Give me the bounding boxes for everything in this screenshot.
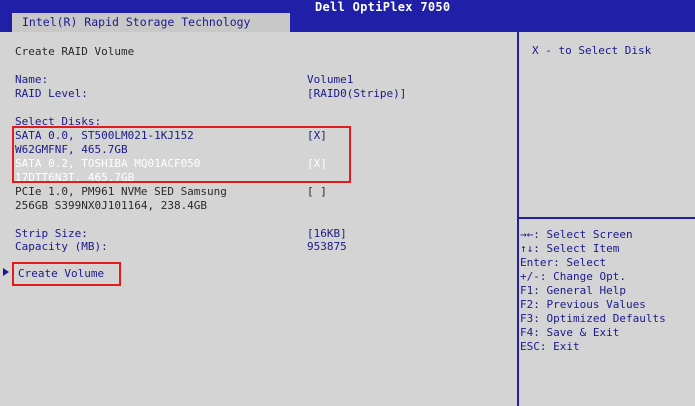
key-legend-item: ESC: Exit [520, 340, 580, 353]
name-label: Name: [15, 73, 49, 86]
key-legend-desc: Save & Exit [546, 326, 620, 339]
key-legend-key: +/-: [520, 270, 554, 283]
key-legend-item: ↑↓: Select Item [520, 242, 619, 255]
disk-2-name[interactable]: PCIe 1.0, PM961 NVMe SED Samsung [15, 185, 227, 198]
help-panel [519, 32, 695, 217]
key-legend-key: ↑↓: [520, 242, 547, 255]
selection-arrow-icon [3, 268, 9, 276]
create-volume-highlight [12, 262, 121, 286]
page-title: Create RAID Volume [15, 45, 135, 58]
key-legend-desc: Change Opt. [553, 270, 626, 283]
key-legend-item: F2: Previous Values [520, 298, 646, 311]
key-legend-key: F2: [520, 298, 547, 311]
key-legend-key: F4: [520, 326, 547, 339]
key-legend-key: →←: [520, 228, 547, 241]
key-legend-key: F1: [520, 284, 547, 297]
selected-disks-highlight [12, 126, 351, 183]
key-legend-item: F1: General Help [520, 284, 626, 297]
disk-2-detail: 256GB S399NX0J101164, 238.4GB [15, 199, 208, 212]
key-legend-desc: Select Item [546, 242, 620, 255]
key-legend-item: +/-: Change Opt. [520, 270, 626, 283]
key-legend-item: F3: Optimized Defaults [520, 312, 666, 325]
key-legend-desc: Exit [553, 340, 580, 353]
capacity-field[interactable]: 953875 [307, 240, 347, 253]
key-legend-key: F3: [520, 312, 547, 325]
strip-size-select[interactable]: [16KB] [307, 227, 347, 240]
panel-divider-horizontal [519, 217, 695, 219]
panel-divider-vertical [517, 32, 519, 406]
key-legend-key: Enter: [520, 256, 567, 269]
key-legend-desc: Previous Values [546, 298, 646, 311]
help-text: X - to Select Disk [532, 44, 652, 57]
raid-level-select[interactable]: [RAID0(Stripe)] [307, 87, 406, 100]
strip-size-label: Strip Size: [15, 227, 88, 240]
key-legend-item: →←: Select Screen [520, 228, 633, 241]
tab-intel-rst[interactable]: Intel(R) Rapid Storage Technology [12, 13, 290, 32]
name-field[interactable]: Volume1 [307, 73, 353, 86]
key-legend-item: Enter: Select [520, 256, 606, 269]
bios-header-bar: Intel(R) Rapid Storage Technology Dell O… [0, 0, 695, 32]
key-legend-key: ESC: [520, 340, 554, 353]
key-legend-item: F4: Save & Exit [520, 326, 619, 339]
raid-level-label: RAID Level: [15, 87, 88, 100]
key-legend-desc: Optimized Defaults [546, 312, 666, 325]
disk-2-checkbox[interactable]: [ ] [307, 185, 327, 198]
key-legend-desc: General Help [546, 284, 626, 297]
key-legend-desc: Select Screen [546, 228, 633, 241]
capacity-label: Capacity (MB): [15, 240, 108, 253]
key-legend-desc: Select [566, 256, 607, 269]
machine-name: Dell OptiPlex 7050 [315, 0, 451, 14]
